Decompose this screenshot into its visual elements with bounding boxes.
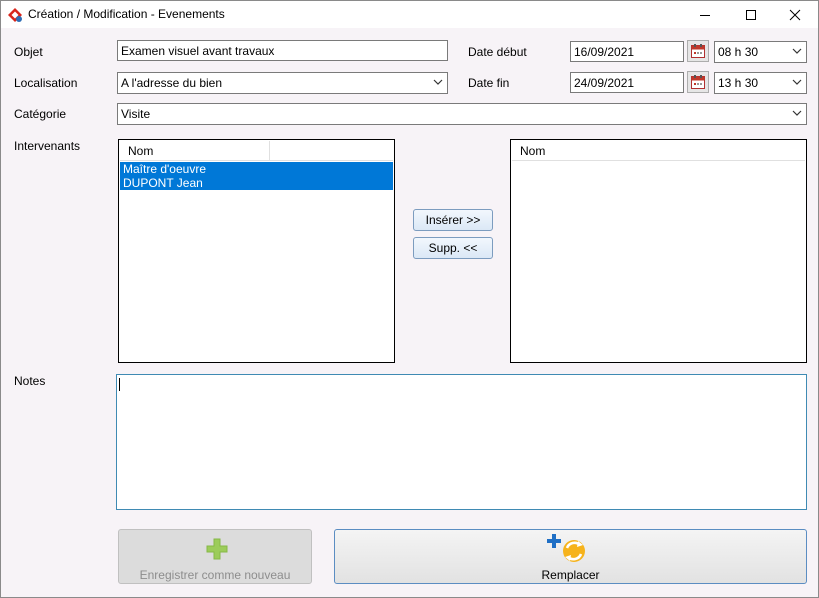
maximize-icon [746,9,756,20]
date-debut-input[interactable]: 16/09/2021 [570,41,684,62]
objet-input[interactable]: Examen visuel avant travaux [117,40,448,61]
remplacer-button[interactable]: Remplacer [334,529,807,584]
categorie-select[interactable]: Visite [117,103,807,125]
date-debut-label: Date début [468,45,527,59]
date-fin-value: 24/09/2021 [574,75,635,90]
column-header-nom[interactable]: Nom [512,141,807,160]
maximize-button[interactable] [728,1,774,28]
notes-label: Notes [14,374,46,388]
date-debut-calendar-button[interactable] [687,40,709,62]
date-fin-calendar-button[interactable] [687,71,709,93]
chevron-down-icon [433,79,443,85]
text-caret [119,378,120,391]
objet-value: Examen visuel avant travaux [121,43,275,58]
localisation-label: Localisation [14,76,78,90]
add-plus-icon [206,538,228,560]
heure-fin-value: 13 h 30 [718,76,759,90]
minimize-button[interactable] [682,1,728,28]
event-dialog: Création / Modification - Evenements Obj… [0,0,819,598]
calendar-icon [691,75,705,89]
list-header: Nom [120,141,393,161]
replace-icon [547,534,585,562]
list-header: Nom [512,141,805,161]
window-title: Création / Modification - Evenements [28,7,225,21]
date-debut-value: 16/09/2021 [574,44,635,59]
heure-fin-select[interactable]: 13 h 30 [714,72,807,94]
available-intervenants-list[interactable]: Nom Maître d'oeuvre DUPONT Jean [118,139,395,363]
selected-intervenants-list[interactable]: Nom [510,139,807,363]
list-item[interactable]: DUPONT Jean [120,176,393,190]
calendar-icon [691,44,705,58]
column-header-nom[interactable]: Nom [120,141,270,160]
objet-label: Objet [14,45,43,59]
chevron-down-icon [792,79,802,85]
intervenants-label: Intervenants [14,139,81,153]
notes-textarea[interactable] [116,374,807,510]
list-item[interactable]: Maître d'oeuvre [120,162,393,176]
app-logo-icon [8,8,22,22]
supprimer-button[interactable]: Supp. << [413,237,493,259]
categorie-label: Catégorie [14,107,67,121]
categorie-value: Visite [121,107,151,121]
minimize-icon [700,14,710,16]
close-icon [789,9,801,20]
chevron-down-icon [792,110,802,116]
title-bar: Création / Modification - Evenements [1,1,818,28]
chevron-down-icon [792,48,802,54]
inserer-button[interactable]: Insérer >> [413,209,493,231]
date-fin-label: Date fin [468,76,510,90]
heure-debut-select[interactable]: 08 h 30 [714,41,807,63]
localisation-select[interactable]: A l'adresse du bien [117,72,448,94]
date-fin-input[interactable]: 24/09/2021 [570,72,684,93]
heure-debut-value: 08 h 30 [718,45,759,59]
localisation-value: A l'adresse du bien [121,76,223,90]
close-button[interactable] [772,1,818,28]
enregistrer-nouveau-button[interactable]: Enregistrer comme nouveau [118,529,312,584]
